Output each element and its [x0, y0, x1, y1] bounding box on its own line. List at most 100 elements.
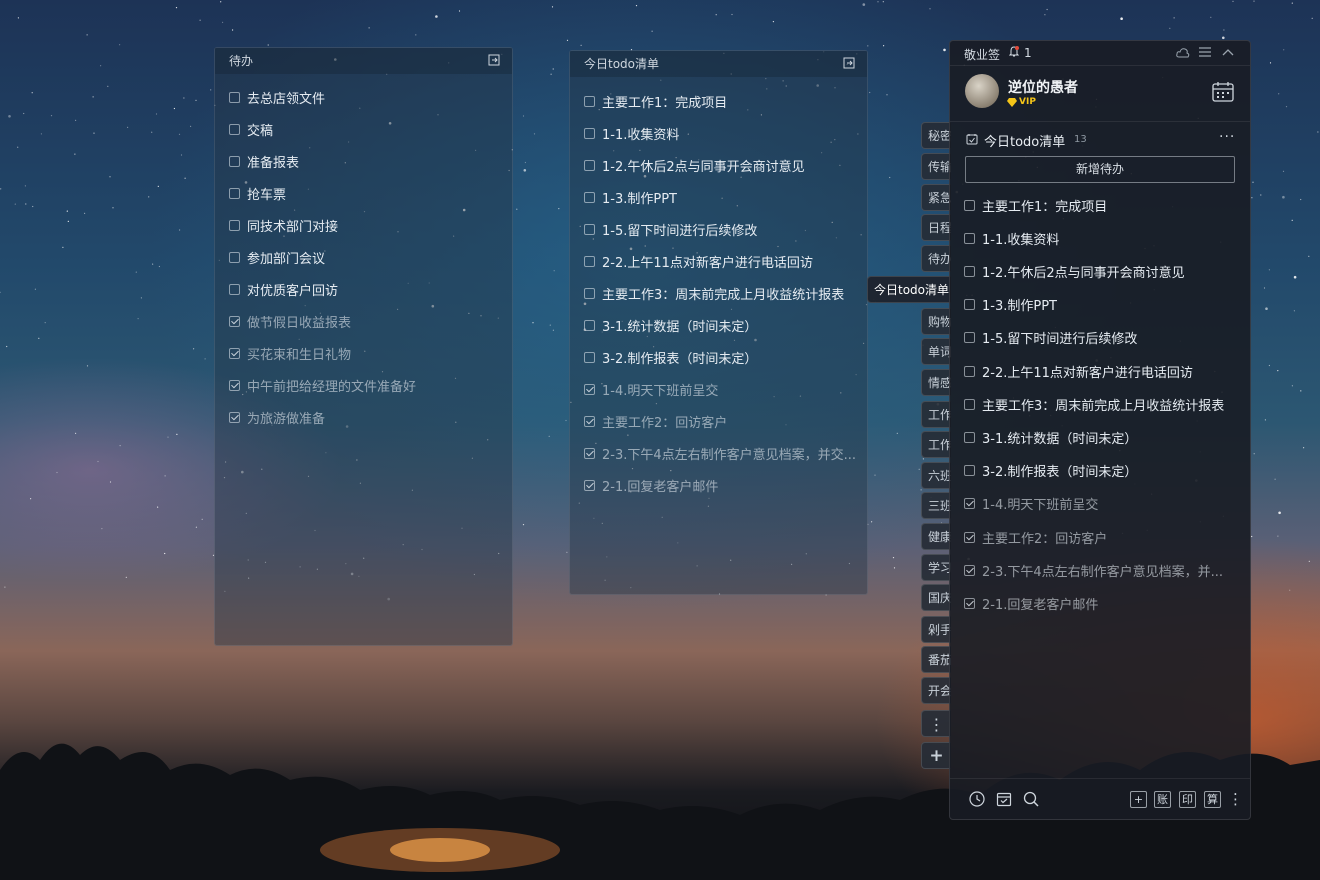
expand-icon[interactable]: [488, 54, 500, 66]
todo-item[interactable]: 1-4.明天下班前呈交: [964, 494, 1098, 514]
add-button[interactable]: +: [1130, 791, 1147, 808]
todo-item[interactable]: 2-2.上午11点对新客户进行电话回访: [584, 251, 813, 271]
todo-item[interactable]: 抢车票: [229, 183, 286, 203]
todo-item[interactable]: 2-1.回复老客户邮件: [964, 593, 1098, 613]
checkbox[interactable]: [229, 251, 240, 263]
todo-item[interactable]: 同技术部门对接: [229, 215, 338, 235]
todo-item[interactable]: 买花束和生日礼物: [229, 343, 351, 363]
user-name[interactable]: 逆位的愚者: [1008, 77, 1078, 97]
todo-item[interactable]: 为旅游做准备: [229, 407, 325, 427]
todo-item[interactable]: 对优质客户回访: [229, 279, 338, 299]
checkbox[interactable]: [584, 223, 595, 235]
category-tab[interactable]: 今日todo清单: [867, 276, 951, 303]
account-button[interactable]: 账: [1154, 791, 1171, 808]
checkbox-checked[interactable]: [229, 347, 240, 359]
more-tools-icon[interactable]: ⋮: [1228, 790, 1243, 808]
more-categories-button[interactable]: ⋮: [921, 710, 951, 737]
checkbox[interactable]: [229, 91, 240, 103]
todo-item[interactable]: 中午前把给经理的文件准备好: [229, 375, 416, 395]
checkbox[interactable]: [584, 95, 595, 107]
search-icon[interactable]: [1023, 791, 1039, 807]
todo-item[interactable]: 2-3.下午4点左右制作客户意见档案，并...: [964, 560, 1223, 580]
category-tab[interactable]: 开会: [921, 677, 951, 704]
todo-item[interactable]: 2-2.上午11点对新客户进行电话回访: [964, 361, 1193, 381]
checkbox[interactable]: [229, 187, 240, 199]
checkbox[interactable]: [964, 365, 975, 377]
todo-item[interactable]: 1-5.留下时间进行后续修改: [584, 219, 757, 239]
todo-item[interactable]: 主要工作1：完成项目: [584, 91, 727, 111]
print-button[interactable]: 印: [1179, 791, 1196, 808]
category-tab[interactable]: 秘密: [921, 122, 951, 149]
add-todo-button[interactable]: 新增待办: [965, 156, 1235, 183]
category-tab[interactable]: 三班: [921, 492, 951, 519]
category-tab[interactable]: 日程: [921, 214, 951, 241]
checkbox[interactable]: [964, 265, 975, 277]
todo-item[interactable]: 做节假日收益报表: [229, 311, 351, 331]
avatar[interactable]: [965, 74, 999, 108]
bell-icon[interactable]: [1009, 46, 1019, 58]
add-category-button[interactable]: +: [921, 742, 951, 769]
checkbox[interactable]: [229, 155, 240, 167]
collapse-icon[interactable]: [1222, 48, 1234, 56]
category-tab[interactable]: 剁手: [921, 616, 951, 643]
checkbox[interactable]: [229, 219, 240, 231]
todo-item[interactable]: 去总店领文件: [229, 87, 325, 107]
todo-item[interactable]: 主要工作1：完成项目: [964, 195, 1107, 215]
checkbox-checked[interactable]: [964, 564, 975, 576]
checkbox[interactable]: [964, 299, 975, 311]
checkbox[interactable]: [229, 283, 240, 295]
todo-item[interactable]: 主要工作3：周末前完成上月收益统计报表: [584, 283, 844, 303]
checkbox-checked[interactable]: [964, 597, 975, 609]
checkbox[interactable]: [964, 332, 975, 344]
category-tab[interactable]: 国庆: [921, 584, 951, 611]
checkbox[interactable]: [964, 232, 975, 244]
todo-item[interactable]: 主要工作3：周末前完成上月收益统计报表: [964, 394, 1224, 414]
category-tab[interactable]: 单词: [921, 338, 951, 365]
todo-item[interactable]: 3-2.制作报表（时间未定）: [964, 461, 1137, 481]
todo-item[interactable]: 2-1.回复老客户邮件: [584, 475, 718, 495]
category-tab[interactable]: 购物: [921, 308, 951, 335]
checkbox[interactable]: [964, 465, 975, 477]
todo-item[interactable]: 1-1.收集资料: [584, 123, 679, 143]
checkbox-checked[interactable]: [229, 315, 240, 327]
todo-item[interactable]: 准备报表: [229, 151, 299, 171]
checkbox[interactable]: [584, 319, 595, 331]
todo-item[interactable]: 3-1.统计数据（时间未定）: [964, 427, 1137, 447]
category-tab[interactable]: 健康: [921, 523, 951, 550]
menu-icon[interactable]: [1199, 47, 1211, 57]
checkbox-checked[interactable]: [584, 383, 595, 395]
checkbox-checked[interactable]: [584, 479, 595, 491]
checkbox-checked[interactable]: [964, 498, 975, 510]
todo-panel-today[interactable]: 今日todo清单 主要工作1：完成项目 1-1.收集资料 1-2.午休后2点与同事开…: [569, 50, 868, 595]
checkbox[interactable]: [584, 159, 595, 171]
todo-item[interactable]: 1-3.制作PPT: [584, 187, 677, 207]
checkbox[interactable]: [964, 431, 975, 443]
checkbox-checked[interactable]: [584, 415, 595, 427]
category-tab[interactable]: 情感: [921, 369, 951, 396]
category-tab[interactable]: 紧急: [921, 184, 951, 211]
calculator-button[interactable]: 算: [1204, 791, 1221, 808]
checkbox[interactable]: [584, 127, 595, 139]
todo-item[interactable]: 主要工作2：回访客户: [584, 411, 727, 431]
category-tab[interactable]: 待办: [921, 245, 951, 272]
task-check-icon[interactable]: [996, 791, 1012, 807]
more-options-icon[interactable]: ···: [1219, 129, 1235, 145]
checkbox[interactable]: [229, 123, 240, 135]
category-tab[interactable]: 工作: [921, 401, 951, 428]
todo-item[interactable]: 参加部门会议: [229, 247, 325, 267]
todo-item[interactable]: 3-1.统计数据（时间未定）: [584, 315, 757, 335]
checkbox-checked[interactable]: [229, 379, 240, 391]
checkbox[interactable]: [584, 255, 595, 267]
todo-item[interactable]: 1-4.明天下班前呈交: [584, 379, 718, 399]
todo-item[interactable]: 1-2.午休后2点与同事开会商讨意见: [584, 155, 805, 175]
checkbox[interactable]: [584, 191, 595, 203]
todo-item[interactable]: 交稿: [229, 119, 273, 139]
checkbox-checked[interactable]: [584, 447, 595, 459]
clock-icon[interactable]: [969, 791, 985, 807]
todo-item[interactable]: 1-5.留下时间进行后续修改: [964, 328, 1137, 348]
expand-icon[interactable]: [843, 57, 855, 69]
checkbox-checked[interactable]: [229, 411, 240, 423]
category-tab[interactable]: 工作: [921, 431, 951, 458]
category-tab[interactable]: 六班: [921, 462, 951, 489]
todo-item[interactable]: 1-1.收集资料: [964, 228, 1059, 248]
